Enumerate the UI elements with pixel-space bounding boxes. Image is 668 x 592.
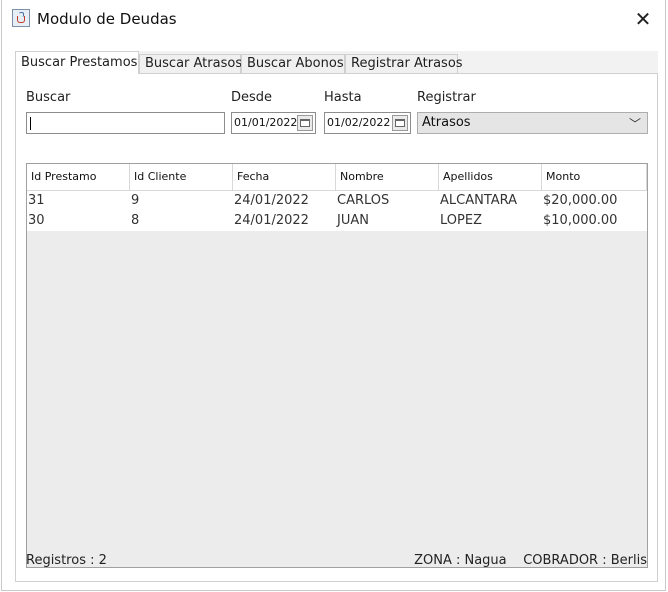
tab-panel-buscar-prestamos: Buscar Desde 01/01/2022 Hasta 01/02/2022… <box>15 73 658 582</box>
desde-label: Desde <box>231 90 273 105</box>
cell-fecha: 24/01/2022 <box>234 193 309 208</box>
footer-info: ZONA : Nagua COBRADOR : Berlis <box>414 553 647 568</box>
tab-buscar-abonos[interactable]: Buscar Abonos <box>241 54 345 73</box>
zona-label: ZONA : Nagua <box>414 553 507 568</box>
hasta-label: Hasta <box>324 90 362 105</box>
registrar-selected-value: Atrasos <box>422 115 471 130</box>
cell-id-cliente: 8 <box>131 213 140 228</box>
cell-monto: $10,000.00 <box>543 213 618 228</box>
column-header-fecha[interactable]: Fecha <box>233 164 336 190</box>
calendar-icon[interactable] <box>297 115 313 131</box>
column-header-id-prestamo[interactable]: Id Prestamo <box>27 164 130 190</box>
column-header-monto[interactable]: Monto <box>542 164 647 190</box>
app-window: Modulo de Deudas ✕ Buscar Prestamos Busc… <box>1 0 666 591</box>
cell-id-prestamo: 31 <box>28 193 45 208</box>
table-header: Id Prestamo Id Cliente Fecha Nombre Apel… <box>27 164 647 191</box>
table-row[interactable]: 31 9 24/01/2022 CARLOS ALCANTARA $20,000… <box>27 191 647 211</box>
cell-id-prestamo: 30 <box>28 213 45 228</box>
cell-nombre: CARLOS <box>337 193 390 208</box>
cell-nombre: JUAN <box>337 213 369 228</box>
text-caret <box>30 117 31 130</box>
window-title: Modulo de Deudas <box>37 10 177 28</box>
hasta-date-field[interactable]: 01/02/2022 <box>324 112 411 134</box>
main-content: Buscar Prestamos Buscar Atrasos Buscar A… <box>15 51 658 582</box>
title-bar: Modulo de Deudas ✕ <box>2 0 665 38</box>
buscar-label: Buscar <box>26 90 71 105</box>
tab-bar: Buscar Prestamos Buscar Atrasos Buscar A… <box>15 51 658 74</box>
cell-apellidos: ALCANTARA <box>440 193 518 208</box>
cell-id-cliente: 9 <box>131 193 140 208</box>
registrar-select[interactable]: Atrasos ﹀ <box>417 112 648 134</box>
cell-monto: $20,000.00 <box>543 193 618 208</box>
tab-buscar-atrasos[interactable]: Buscar Atrasos <box>139 54 242 73</box>
tab-registrar-atrasos[interactable]: Registrar Atrasos <box>345 54 463 73</box>
cobrador-label: COBRADOR : Berlis <box>523 553 647 568</box>
cell-fecha: 24/01/2022 <box>234 213 309 228</box>
close-icon[interactable]: ✕ <box>623 0 663 38</box>
prestamos-table: Id Prestamo Id Cliente Fecha Nombre Apel… <box>26 163 648 568</box>
calendar-icon[interactable] <box>392 115 408 131</box>
registros-count: Registros : 2 <box>26 553 107 568</box>
cell-apellidos: LOPEZ <box>440 213 482 228</box>
desde-date-field[interactable]: 01/01/2022 <box>231 112 316 134</box>
column-header-apellidos[interactable]: Apellidos <box>439 164 542 190</box>
desde-date-value: 01/01/2022 <box>234 116 298 129</box>
chevron-down-icon: ﹀ <box>628 117 641 131</box>
java-cup-icon <box>12 9 30 27</box>
table-row[interactable]: 30 8 24/01/2022 JUAN LOPEZ $10,000.00 <box>27 211 647 231</box>
column-header-nombre[interactable]: Nombre <box>336 164 439 190</box>
column-header-id-cliente[interactable]: Id Cliente <box>130 164 233 190</box>
tab-buscar-prestamos[interactable]: Buscar Prestamos <box>15 51 139 74</box>
registrar-label: Registrar <box>417 90 476 105</box>
buscar-input[interactable] <box>26 112 225 134</box>
hasta-date-value: 01/02/2022 <box>327 116 391 129</box>
